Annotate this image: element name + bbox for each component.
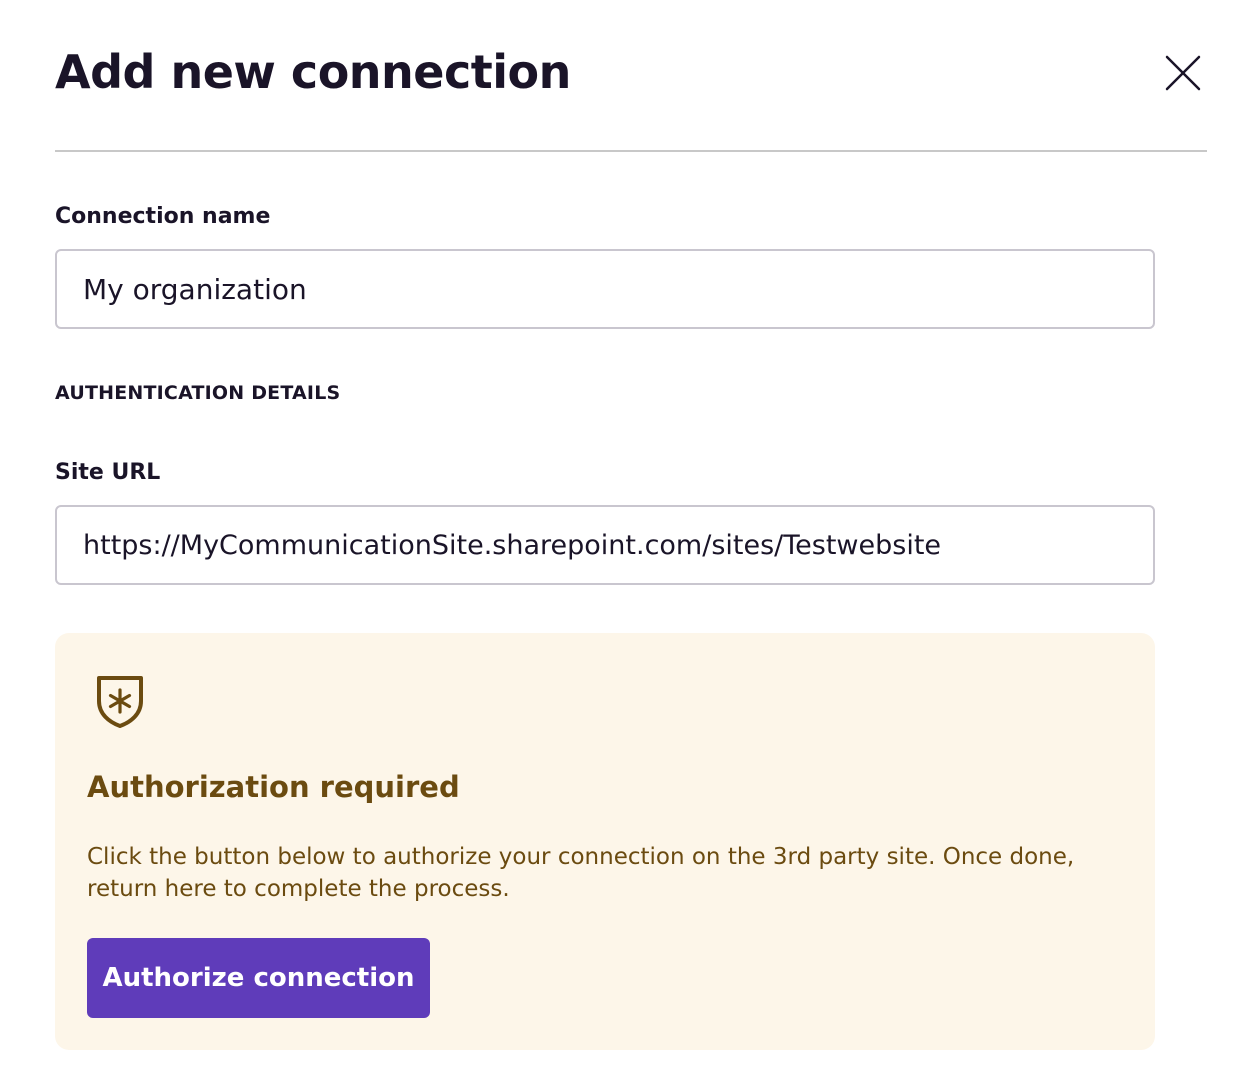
connection-name-label: Connection name xyxy=(55,204,271,229)
authorization-title: Authorization required xyxy=(87,770,460,804)
close-icon xyxy=(1165,55,1201,91)
shield-asterisk-icon xyxy=(97,676,143,728)
authorize-connection-button[interactable]: Authorize connection xyxy=(87,938,430,1018)
authentication-details-heading: AUTHENTICATION DETAILS xyxy=(55,382,341,404)
connection-name-input[interactable] xyxy=(55,249,1155,329)
header-divider xyxy=(55,150,1207,152)
add-connection-dialog: Add new connection Connection name AUTHE… xyxy=(0,0,1252,1074)
dialog-title: Add new connection xyxy=(55,45,571,99)
site-url-label: Site URL xyxy=(55,460,161,485)
authorization-panel: Authorization required Click the button … xyxy=(55,633,1155,1050)
authorization-description: Click the button below to authorize your… xyxy=(87,844,1075,902)
close-button[interactable] xyxy=(1160,50,1206,96)
site-url-input[interactable] xyxy=(55,505,1155,585)
